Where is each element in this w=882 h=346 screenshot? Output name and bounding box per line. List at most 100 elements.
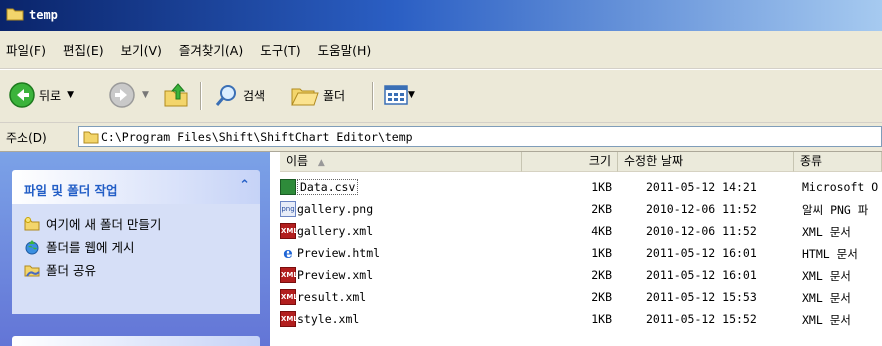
back-label: 뒤로 [39, 88, 62, 103]
publish-web-icon [25, 239, 39, 254]
toolbar: 뒤로 ▼ ▼ 검색 폴더 ▼ [0, 70, 882, 123]
file-modified: 2011-05-12 16:01 [646, 268, 757, 282]
file-modified: 2011-05-12 15:52 [646, 312, 757, 326]
file-size: 1KB [591, 312, 612, 326]
file-list: 이름 ▲ 크기 수정한 날짜 종류 Data.csv 1KB 2011-05-1… [270, 152, 882, 346]
sort-ascending-icon: ▲ [317, 158, 325, 168]
xml-icon: XML [280, 311, 298, 327]
views-button[interactable]: ▼ [384, 80, 415, 110]
file-row[interactable]: Data.csv 1KB 2011-05-12 14:21 Microsoft … [270, 176, 882, 198]
task-label: 폴더 공유 [46, 263, 96, 278]
up-folder-icon [164, 83, 188, 107]
second-task-panel-header[interactable] [12, 336, 260, 346]
file-name: Preview.html [297, 246, 381, 260]
back-arrow-icon [9, 82, 35, 108]
file-type: XML 문서 [802, 313, 851, 327]
menu-tools[interactable]: 도구(T) [260, 40, 300, 59]
file-type: XML 문서 [802, 225, 851, 239]
menu-file[interactable]: 파일(F) [6, 40, 46, 59]
back-dropdown-icon[interactable]: ▼ [67, 90, 74, 100]
menu-edit[interactable]: 편집(E) [63, 40, 104, 59]
png-icon: png [280, 201, 296, 217]
views-icon [384, 85, 408, 105]
share-folder-icon [24, 265, 40, 277]
task-panel-header[interactable]: 파일 및 폴더 작업 ⌃ [12, 170, 260, 204]
file-row[interactable]: XML gallery.xml 4KB 2010-12-06 11:52 XML … [270, 220, 882, 242]
file-name: result.xml [297, 290, 367, 304]
html-icon: e [283, 244, 293, 262]
explorer-window: temp 파일(F) 편집(E) 보기(V) 즐겨찾기(A) 도구(T) 도움말… [0, 0, 882, 346]
file-name: Preview.xml [297, 268, 374, 282]
xml-icon: XML [280, 223, 298, 239]
column-header-name[interactable]: 이름 ▲ [280, 152, 522, 172]
new-folder-icon [24, 216, 40, 230]
address-bar: 주소(D) C:\Program Files\Shift\ShiftChart … [0, 123, 882, 152]
task-label: 여기에 새 폴더 만들기 [46, 217, 162, 232]
column-header-type[interactable]: 종류 [794, 152, 882, 172]
forward-button[interactable]: ▼ [108, 80, 149, 110]
window-title: temp [29, 8, 58, 22]
address-label: 주소(D) [6, 131, 47, 145]
csv-icon [280, 179, 296, 195]
task-pane: 파일 및 폴더 작업 ⌃ 여기에 새 폴더 만들기 폴더를 웹에 게시 폴더 공… [0, 152, 270, 346]
xml-icon: XML [280, 289, 298, 305]
menu-view[interactable]: 보기(V) [121, 40, 162, 59]
task-panel-title: 파일 및 폴더 작업 [24, 183, 118, 198]
search-label: 검색 [243, 88, 266, 103]
search-button[interactable]: 검색 [214, 80, 265, 110]
file-size: 1KB [591, 246, 612, 260]
file-row[interactable]: XML Preview.xml 2KB 2011-05-12 16:01 XML … [270, 264, 882, 286]
file-type: Microsoft O [802, 180, 879, 194]
file-row[interactable]: XML style.xml 1KB 2011-05-12 15:52 XML 문서 [270, 308, 882, 330]
file-modified: 2011-05-12 15:53 [646, 290, 757, 304]
file-folder-tasks: 파일 및 폴더 작업 ⌃ 여기에 새 폴더 만들기 폴더를 웹에 게시 폴더 공… [12, 170, 260, 314]
file-row[interactable]: e Preview.html 1KB 2011-05-12 16:01 HTML … [270, 242, 882, 264]
address-input[interactable]: C:\Program Files\Shift\ShiftChart Editor… [78, 126, 882, 147]
back-button[interactable]: 뒤로 ▼ [8, 80, 74, 110]
menu-help[interactable]: 도움말(H) [318, 40, 372, 59]
title-bar[interactable]: temp [0, 0, 882, 31]
task-share-folder[interactable]: 폴더 공유 [12, 258, 260, 281]
column-name-label: 이름 [286, 154, 309, 168]
file-size: 4KB [591, 224, 612, 238]
forward-arrow-icon [109, 82, 135, 108]
task-label: 폴더를 웹에 게시 [46, 240, 135, 255]
menu-bar: 파일(F) 편집(E) 보기(V) 즐겨찾기(A) 도구(T) 도움말(H) [0, 31, 882, 69]
file-type: HTML 문서 [802, 247, 858, 261]
file-type: XML 문서 [802, 291, 851, 305]
toolbar-separator [200, 82, 202, 110]
file-modified: 2011-05-12 16:01 [646, 246, 757, 260]
folders-button[interactable]: 폴더 [290, 80, 345, 110]
views-dropdown-icon[interactable]: ▼ [408, 90, 415, 100]
file-name: gallery.png [297, 202, 374, 216]
search-icon [215, 85, 236, 106]
forward-dropdown-icon[interactable]: ▼ [142, 90, 149, 100]
address-path: C:\Program Files\Shift\ShiftChart Editor… [101, 130, 413, 144]
file-size: 2KB [591, 290, 612, 304]
file-modified: 2010-12-06 11:52 [646, 202, 757, 216]
file-name: gallery.xml [297, 224, 374, 238]
file-type: XML 문서 [802, 269, 851, 283]
task-new-folder[interactable]: 여기에 새 폴더 만들기 [12, 212, 260, 235]
folder-icon [83, 131, 99, 144]
file-modified: 2011-05-12 14:21 [646, 180, 757, 194]
file-modified: 2010-12-06 11:52 [646, 224, 757, 238]
file-name: Data.csv [297, 179, 359, 195]
up-folder-button[interactable] [162, 80, 190, 110]
file-size: 2KB [591, 268, 612, 282]
folders-label: 폴더 [323, 88, 346, 103]
task-publish-web[interactable]: 폴더를 웹에 게시 [12, 235, 260, 258]
file-row[interactable]: XML result.xml 2KB 2011-05-12 15:53 XML 문… [270, 286, 882, 308]
file-size: 2KB [591, 202, 612, 216]
toolbar-separator [372, 82, 374, 110]
folder-icon [6, 8, 24, 21]
folders-icon [291, 88, 319, 106]
column-header-modified[interactable]: 수정한 날짜 [618, 152, 794, 172]
file-type: 알씨 PNG 파 [802, 203, 869, 217]
collapse-chevron-icon[interactable]: ⌃ [239, 178, 250, 193]
file-row[interactable]: png gallery.png 2KB 2010-12-06 11:52 알씨 P… [270, 198, 882, 220]
task-panel-body: 여기에 새 폴더 만들기 폴더를 웹에 게시 폴더 공유 [12, 204, 260, 314]
file-size: 1KB [591, 180, 612, 194]
menu-favorites[interactable]: 즐겨찾기(A) [179, 40, 243, 59]
column-header-size[interactable]: 크기 [522, 152, 618, 172]
